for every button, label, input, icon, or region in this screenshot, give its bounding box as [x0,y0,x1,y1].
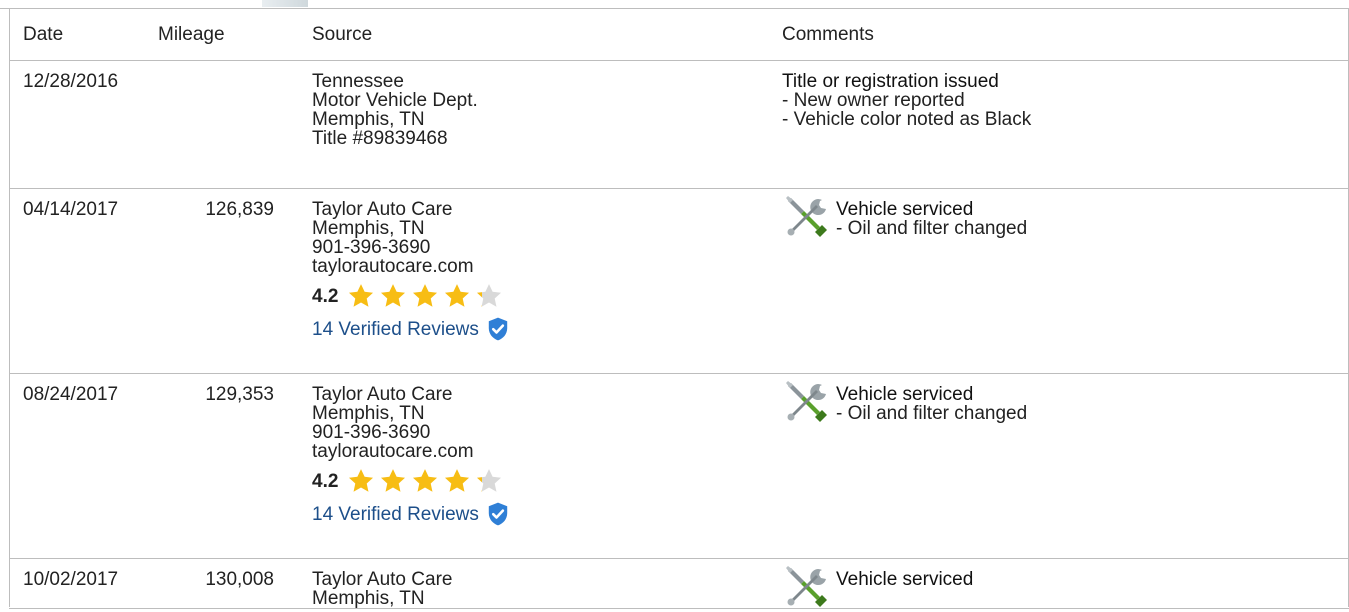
mileage-value: 129,353 [205,384,274,405]
comment-body: Vehicle serviced - Oil and filter changed [786,196,1349,239]
star-filled-icon [381,284,406,307]
table-row: 12/28/2016 Tennessee Motor Vehicle Dept. Me… [9,61,1349,189]
comment-title: Vehicle serviced [836,199,974,220]
cell-source: Taylor Auto Care Memphis, TN 901-396-3690 t… [312,374,782,559]
table-row: 08/24/2017 129,353 Taylor Auto Care Memphis… [9,374,1349,559]
cell-mileage [158,61,312,189]
comment-title: Vehicle serviced [836,384,974,405]
table-header-row: Date Mileage Source Comments [9,9,1349,61]
source-line: Title #89839468 [312,128,448,149]
cell-mileage: 129,353 [158,374,312,559]
source-line: Tennessee [312,71,404,92]
rating-row: 4.2 [312,468,782,494]
column-header-mileage: Mileage [158,9,312,61]
source-line: taylorautocare.com [312,256,474,277]
reviews-label: 14 Verified Reviews [312,503,479,525]
star-filled-icon [381,469,406,492]
cell-comments: Vehicle serviced [782,559,1349,609]
table-row: 10/02/2017 130,008 Taylor Auto Care Memphis… [9,559,1349,609]
column-header-date: Date [9,9,158,61]
comment-body: Title or registration issued - New owner … [782,72,1349,129]
star-filled-icon [413,469,438,492]
star-half-icon [477,284,502,307]
wrench-screwdriver-icon [786,196,827,237]
comment-body: Vehicle serviced [786,566,1349,607]
history-table: Date Mileage Source Comments 12/28/2016 T… [9,9,1349,609]
cell-date: 10/02/2017 [23,569,119,590]
rating-value: 4.2 [312,285,339,307]
cell-date: 12/28/2016 [23,71,119,92]
mileage-value: 126,839 [205,199,274,220]
comment-line: - New owner reported [782,90,965,111]
star-filled-icon [413,284,438,307]
cell-source: Taylor Auto Care Memphis, TN 901-396-3690 t… [312,189,782,374]
source-line: Taylor Auto Care [312,199,453,220]
mileage-value: 130,008 [205,569,274,590]
cell-mileage: 130,008 [158,559,312,609]
column-header-comments: Comments [782,9,1349,61]
rating-value: 4.2 [312,470,339,492]
cell-comments: Vehicle serviced - Oil and filter changed [782,374,1349,559]
top-strip [0,0,1349,9]
source-line: taylorautocare.com [312,441,474,462]
comment-line: - Oil and filter changed [836,403,1028,424]
verified-reviews-link[interactable]: 14 Verified Reviews [312,316,782,342]
source-line: Taylor Auto Care [312,384,453,405]
source-line: Taylor Auto Care [312,569,453,590]
cell-date: 04/14/2017 [23,199,119,220]
comment-line: - Oil and filter changed [836,218,1028,239]
vehicle-thumbnail [262,0,308,7]
cell-date: 08/24/2017 [23,384,119,405]
verified-shield-icon [488,317,508,341]
reviews-label: 14 Verified Reviews [312,318,479,340]
star-filled-icon [349,284,374,307]
table-row: 04/14/2017 126,839 Taylor Auto Care Memphis… [9,189,1349,374]
source-line: Memphis, TN [312,109,425,130]
star-rating [346,467,506,495]
comment-line: - Vehicle color noted as Black [782,109,1032,130]
cell-source: Taylor Auto Care Memphis, TN [312,559,782,609]
cell-comments: Title or registration issued - New owner … [782,61,1349,189]
cell-mileage: 126,839 [158,189,312,374]
history-rows: 12/28/2016 Tennessee Motor Vehicle Dept. Me… [9,61,1349,609]
column-header-source: Source [312,9,782,61]
source-line: Memphis, TN [312,403,425,424]
wrench-screwdriver-icon [786,381,827,422]
cell-comments: Vehicle serviced - Oil and filter changed [782,189,1349,374]
comment-title: Title or registration issued [782,71,999,92]
rating-row: 4.2 [312,283,782,309]
star-filled-icon [349,469,374,492]
comment-title: Vehicle serviced [836,569,974,590]
cell-source: Tennessee Motor Vehicle Dept. Memphis, TN T… [312,61,782,189]
source-line: 901-396-3690 [312,422,431,443]
source-line: Memphis, TN [312,218,425,239]
star-half-icon [477,469,502,492]
source-line: Memphis, TN [312,588,425,609]
verified-shield-icon [488,502,508,526]
source-line: Motor Vehicle Dept. [312,90,478,111]
vehicle-history-panel: Date Mileage Source Comments 12/28/2016 T… [0,0,1349,609]
star-filled-icon [445,469,470,492]
source-line: 901-396-3690 [312,237,431,258]
wrench-screwdriver-icon [786,566,827,607]
verified-reviews-link[interactable]: 14 Verified Reviews [312,501,782,527]
star-filled-icon [445,284,470,307]
comment-body: Vehicle serviced - Oil and filter changed [786,381,1349,424]
star-rating [346,282,506,310]
